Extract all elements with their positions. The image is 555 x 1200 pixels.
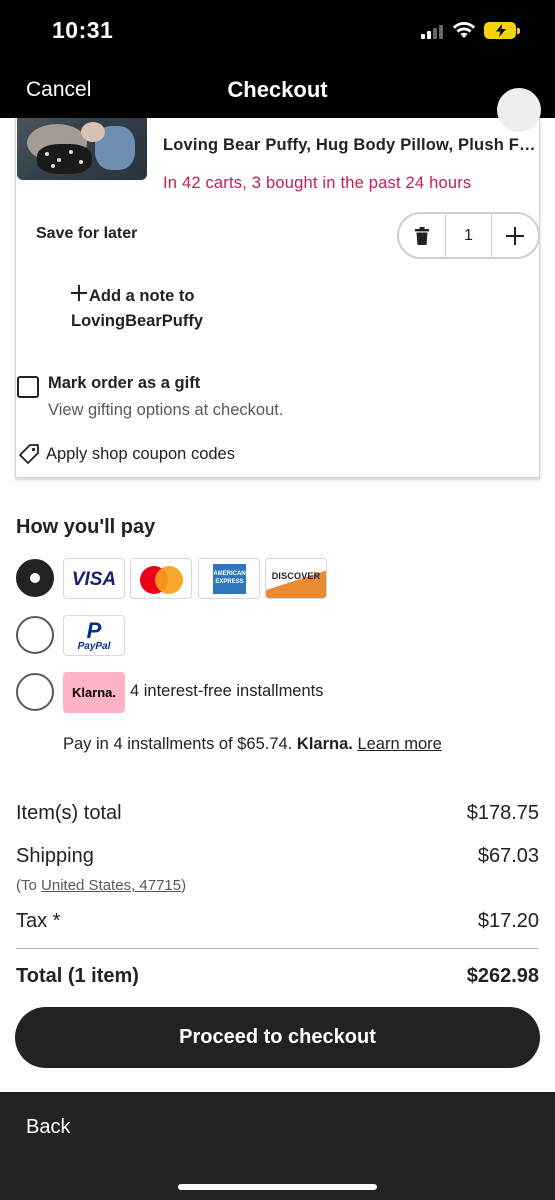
grand-total-label: Total (1 item) bbox=[16, 965, 139, 987]
radio-klarna[interactable] bbox=[16, 673, 54, 711]
save-for-later-button[interactable]: Save for later bbox=[36, 225, 137, 243]
gift-checkbox[interactable] bbox=[17, 376, 39, 398]
apply-coupon-label: Apply shop coupon codes bbox=[46, 444, 235, 463]
cart-item-card: Loving Bear Puffy, Hug Body Pillow, Plus… bbox=[15, 88, 541, 478]
grand-total-row: Total (1 item) $262.98 bbox=[16, 965, 539, 988]
items-total-row: Item(s) total $178.75 bbox=[16, 802, 539, 825]
klarna-logo: Klarna. bbox=[63, 672, 125, 713]
item-scarcity-note: In 42 carts, 3 bought in the past 24 hou… bbox=[163, 174, 472, 192]
payment-heading: How you'll pay bbox=[16, 516, 156, 538]
plus-icon[interactable] bbox=[492, 226, 538, 246]
paypal-logo: P PayPal bbox=[63, 615, 125, 656]
page-title: Checkout bbox=[227, 77, 328, 102]
visa-logo: VISA bbox=[63, 558, 125, 599]
gift-sub-label: View gifting options at checkout. bbox=[48, 401, 284, 419]
tax-value: $17.20 bbox=[477, 910, 539, 932]
radio-cards[interactable] bbox=[16, 559, 54, 597]
shipping-value: $67.03 bbox=[477, 845, 539, 867]
items-total-label: Item(s) total bbox=[16, 802, 122, 824]
bottom-bar: Back bbox=[0, 1092, 555, 1200]
discover-logo: DISCOVER bbox=[265, 558, 327, 599]
quantity-stepper: 1 bbox=[397, 212, 540, 259]
ship-to-location-link[interactable]: United States, 47715 bbox=[41, 877, 181, 894]
trash-icon[interactable] bbox=[399, 214, 446, 257]
add-note-shop-name: LovingBearPuffy bbox=[71, 312, 204, 330]
back-button[interactable]: Back bbox=[26, 1116, 70, 1139]
quantity-value: 1 bbox=[446, 214, 492, 257]
item-thumbnail[interactable] bbox=[17, 118, 147, 180]
klarna-installment-info: Pay in 4 installments of $65.74. Klarna.… bbox=[63, 735, 442, 753]
top-bar: 10:31 Cancel Checkout bbox=[0, 0, 555, 118]
proceed-to-checkout-button[interactable]: Proceed to checkout bbox=[15, 1007, 540, 1068]
add-note-label: Add a note to bbox=[89, 287, 195, 305]
tax-row: Tax * $17.20 bbox=[16, 910, 539, 933]
klarna-description: 4 interest-free installments bbox=[130, 682, 324, 700]
amex-logo: AMERICAN EXPRESS bbox=[198, 558, 260, 599]
plus-icon bbox=[71, 284, 89, 309]
item-title[interactable]: Loving Bear Puffy, Hug Body Pillow, Plus… bbox=[163, 136, 538, 155]
grand-total-value: $262.98 bbox=[466, 965, 539, 987]
wifi-icon bbox=[452, 22, 476, 38]
status-time: 10:31 bbox=[52, 17, 114, 43]
cancel-button[interactable]: Cancel bbox=[26, 78, 91, 102]
items-total-value: $178.75 bbox=[466, 802, 539, 824]
gift-label[interactable]: Mark order as a gift bbox=[48, 374, 200, 393]
ship-to-line: (To United States, 47715) bbox=[16, 877, 187, 894]
tag-icon bbox=[19, 444, 39, 464]
shipping-label: Shipping bbox=[16, 845, 94, 867]
radio-paypal[interactable] bbox=[16, 616, 54, 654]
remove-item-icon[interactable] bbox=[497, 88, 541, 132]
totals-divider bbox=[16, 948, 539, 949]
shipping-row: Shipping $67.03 bbox=[16, 845, 539, 868]
learn-more-link[interactable]: Learn more bbox=[357, 735, 441, 753]
home-indicator[interactable] bbox=[178, 1184, 377, 1190]
tax-label[interactable]: Tax * bbox=[16, 910, 60, 933]
apply-coupon-button[interactable]: Apply shop coupon codes bbox=[18, 443, 235, 465]
mastercard-logo bbox=[130, 558, 192, 599]
add-note-button[interactable]: Add a note to LovingBearPuffy bbox=[71, 284, 203, 334]
battery-charging-icon bbox=[484, 22, 520, 39]
cellular-signal-icon bbox=[421, 25, 443, 39]
